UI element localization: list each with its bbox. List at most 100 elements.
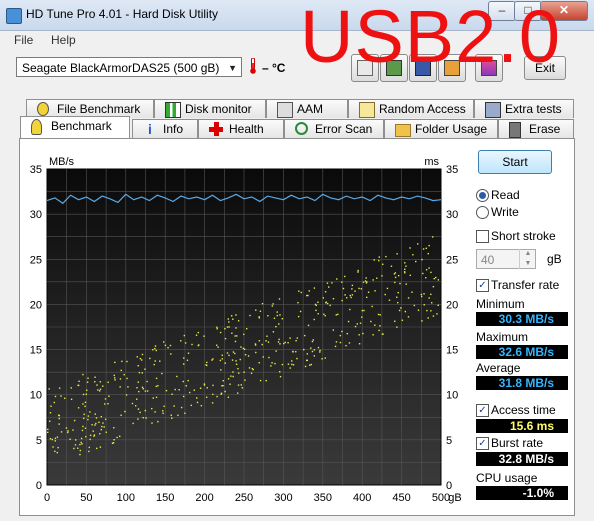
access-time-point — [300, 291, 302, 294]
access-time-point — [396, 296, 398, 298]
access-time-point — [379, 325, 381, 327]
access-time-point — [99, 381, 102, 383]
access-time-point — [245, 327, 248, 330]
access-time-point — [404, 268, 406, 270]
access-time-point — [126, 360, 128, 363]
transfer-rate-checkbox[interactable]: ✓ — [476, 279, 489, 292]
write-label: Write — [491, 205, 519, 219]
access-time-point — [357, 271, 359, 273]
access-time-point — [58, 423, 60, 425]
access-time-point — [339, 341, 342, 344]
tab-benchmark[interactable]: Benchmark — [20, 116, 130, 138]
tab-error-scan[interactable]: Error Scan — [284, 119, 384, 138]
access-time-point — [145, 417, 147, 419]
access-time-point — [183, 334, 186, 337]
access-time-point — [348, 342, 351, 344]
access-time-point — [180, 406, 183, 409]
access-time-point — [161, 372, 163, 375]
access-time-point — [339, 334, 342, 337]
access-time-point — [144, 390, 147, 392]
access-time-point — [131, 402, 134, 405]
access-time-point — [324, 315, 326, 317]
access-time-point — [362, 281, 365, 283]
burst-rate-checkbox[interactable]: ✓ — [476, 437, 489, 450]
access-time-point — [428, 297, 430, 299]
tab-label: Erase — [529, 122, 561, 136]
access-time-point — [367, 291, 370, 293]
benchmark-icon — [31, 119, 42, 135]
access-time-point — [232, 371, 234, 373]
access-time-point — [404, 310, 407, 313]
access-time-point — [287, 342, 289, 344]
access-time-point — [351, 294, 354, 296]
access-time-point — [153, 363, 155, 366]
access-time-point — [205, 396, 208, 399]
access-time-point — [224, 362, 226, 364]
menu-file[interactable]: File — [14, 33, 33, 47]
access-time-point — [250, 372, 253, 374]
tab-random-access[interactable]: Random Access — [348, 99, 474, 118]
tab-folder-usage[interactable]: Folder Usage — [384, 119, 498, 138]
access-time-point — [284, 341, 286, 344]
access-time-point — [164, 344, 167, 347]
tab-disk-monitor[interactable]: Disk monitor — [154, 99, 266, 118]
access-time-point — [281, 363, 284, 366]
chevron-down-icon[interactable]: ▼ — [228, 58, 237, 78]
y-axis-label-left: MB/s — [49, 156, 75, 168]
access-time-point — [74, 444, 77, 446]
y-axis-label-right: ms — [424, 156, 439, 168]
spinner-arrows-icon[interactable]: ▲ ▼ — [519, 249, 536, 269]
access-time-point — [79, 449, 82, 452]
access-time-point — [271, 362, 273, 364]
write-radio[interactable] — [476, 206, 489, 219]
y-tick-label-right: 10 — [446, 390, 458, 402]
access-time-point — [58, 417, 60, 420]
drive-select-value: Seagate BlackArmorDAS25 (500 gB) — [22, 61, 220, 75]
access-time-point — [141, 372, 143, 374]
access-time-point — [236, 392, 239, 394]
tab-erase[interactable]: Erase — [498, 119, 574, 138]
access-time-point — [345, 344, 347, 347]
access-time-point — [203, 384, 206, 386]
access-time-checkbox[interactable]: ✓ — [476, 404, 489, 417]
access-time-point — [141, 359, 143, 361]
drive-select[interactable]: Seagate BlackArmorDAS25 (500 gB) ▼ — [16, 57, 242, 77]
access-time-point — [137, 365, 139, 367]
read-radio[interactable] — [476, 189, 489, 202]
access-time-point — [411, 291, 413, 293]
access-time-point — [113, 377, 116, 379]
benchmark-chart: MB/s ms0 05 510 1015 1520 2025 2530 3035 350 50 100… — [30, 156, 462, 504]
access-time-point — [224, 390, 226, 393]
access-time-point — [70, 387, 72, 389]
access-time-point — [331, 282, 333, 284]
short-stroke-checkbox[interactable] — [476, 230, 489, 243]
tab-aam[interactable]: AAM — [266, 99, 348, 118]
access-time-point — [211, 402, 214, 404]
access-time-point — [310, 363, 313, 366]
access-time-point — [307, 324, 310, 327]
start-button[interactable]: Start — [478, 150, 552, 174]
access-time-point — [241, 387, 244, 389]
access-time-point — [154, 411, 156, 413]
access-time-point — [421, 258, 423, 261]
access-time-point — [405, 283, 407, 285]
access-time-point — [428, 244, 430, 247]
access-time-point — [80, 441, 82, 444]
access-time-point — [87, 377, 89, 379]
access-time-point — [228, 354, 230, 357]
access-time-point — [173, 405, 175, 407]
access-time-point — [123, 373, 125, 376]
access-time-point — [258, 362, 260, 364]
tab-info[interactable]: i Info — [132, 119, 198, 138]
menu-help[interactable]: Help — [51, 33, 76, 47]
access-time-point — [303, 348, 305, 351]
access-time-point — [94, 376, 96, 378]
tab-extra-tests[interactable]: Extra tests — [474, 99, 574, 118]
access-time-point — [240, 346, 242, 348]
tab-health[interactable]: Health — [198, 119, 284, 138]
access-time-point — [243, 371, 245, 373]
access-time-point — [358, 334, 360, 336]
access-time-point — [268, 356, 270, 359]
access-time-point — [321, 358, 323, 360]
access-time-point — [83, 417, 85, 420]
